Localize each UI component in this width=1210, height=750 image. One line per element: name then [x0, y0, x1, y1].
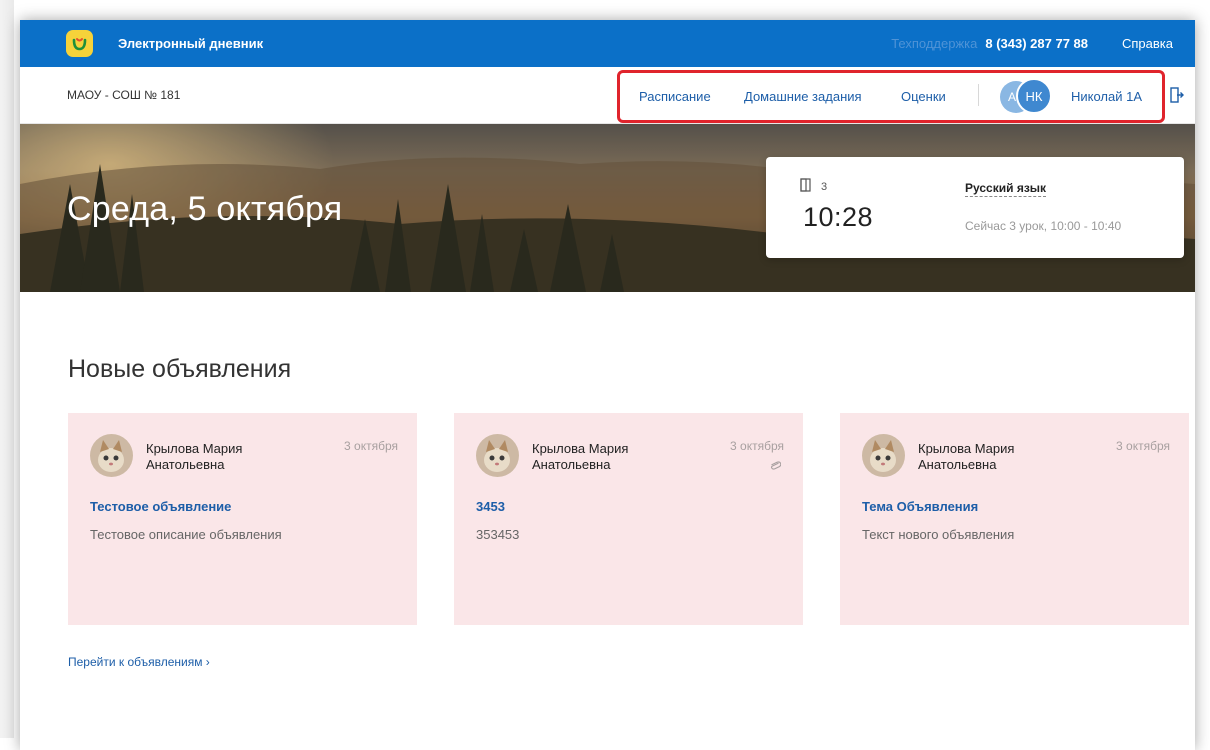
author-avatar: [476, 434, 519, 477]
goto-announcements-link[interactable]: Перейти к объявлениям ›: [68, 655, 210, 669]
door-icon: [799, 178, 813, 197]
hero-banner: Среда, 5 октября 3 10:28 Русский язык Се…: [20, 124, 1195, 292]
nav-schedule[interactable]: Расписание: [639, 89, 711, 104]
announcement-text: 353453: [476, 527, 520, 542]
announcement-title[interactable]: 3453: [476, 499, 505, 514]
announcement-date: 3 октября: [344, 439, 398, 453]
nav-bar: МАОУ - СОШ № 181 Расписание Домашние зад…: [20, 67, 1195, 124]
current-lesson-card[interactable]: 3 10:28 Русский язык Сейчас 3 урок, 10:0…: [766, 157, 1184, 258]
help-link[interactable]: Справка: [1122, 36, 1173, 51]
nav-grades[interactable]: Оценки: [901, 89, 946, 104]
app-title[interactable]: Электронный дневник: [118, 36, 263, 51]
window-edge: [0, 0, 14, 738]
announcement-date: 3 октября: [730, 439, 784, 453]
nav-divider: [978, 84, 979, 106]
lesson-subject[interactable]: Русский язык: [965, 181, 1047, 197]
announcement-card[interactable]: Крылова Мария Анатольевна 3 октября Тема…: [840, 413, 1189, 625]
support-label: Техподдержка: [891, 36, 978, 51]
author-name: Крылова Мария Анатольевна: [532, 441, 629, 472]
author-avatar: [862, 434, 905, 477]
author-name: Крылова Мария Анатольевна: [918, 441, 1015, 472]
announcement-title[interactable]: Тестовое объявление: [90, 499, 231, 514]
top-bar: Электронный дневник Техподдержка 8 (343)…: [20, 20, 1195, 67]
smile-logo-icon[interactable]: [66, 30, 93, 57]
current-date: Среда, 5 октября: [67, 190, 343, 228]
section-title: Новые объявления: [68, 355, 292, 383]
user-avatar[interactable]: НК: [1016, 78, 1052, 114]
school-name: МАОУ - СОШ № 181: [67, 88, 181, 102]
logout-icon[interactable]: [1170, 87, 1184, 108]
current-time: 10:28: [803, 202, 874, 232]
support-phone: 8 (343) 287 77 88: [985, 36, 1088, 51]
lesson-status: Сейчас 3 урок, 10:00 - 10:40: [965, 219, 1122, 233]
announcement-text: Тестовое описание объявления: [90, 527, 282, 542]
app-window: Электронный дневник Техподдержка 8 (343)…: [20, 20, 1195, 750]
author-avatar: [90, 434, 133, 477]
nav-homework[interactable]: Домашние задания: [744, 89, 862, 104]
user-name[interactable]: Николай 1А: [1071, 89, 1142, 104]
author-name: Крылова Мария Анатольевна: [146, 441, 243, 472]
announcement-card[interactable]: Крылова Мария Анатольевна 3 октября Тест…: [68, 413, 417, 625]
announcement-title[interactable]: Тема Объявления: [862, 499, 978, 514]
announcement-text: Текст нового объявления: [862, 527, 1015, 542]
paperclip-icon: [769, 457, 782, 476]
announcement-card[interactable]: Крылова Мария Анатольевна 3 октября 3453…: [454, 413, 803, 625]
classroom-number: 3: [821, 181, 828, 193]
announcement-date: 3 октября: [1116, 439, 1170, 453]
